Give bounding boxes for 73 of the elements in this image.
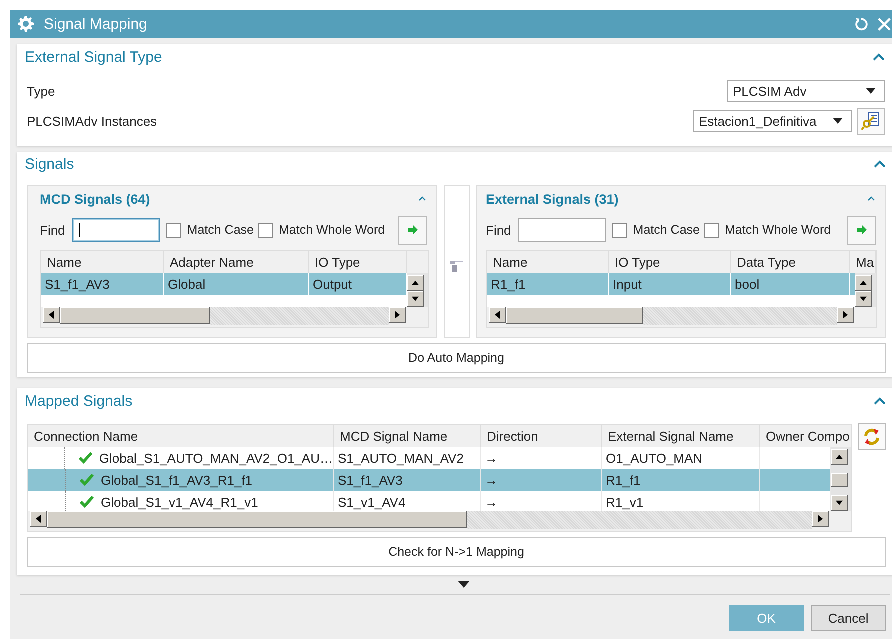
scroll-up-icon — [836, 454, 843, 460]
table-cell: bool — [731, 273, 850, 295]
checkbox-label: Match Whole Word — [279, 223, 386, 237]
arrow-right-icon — [856, 224, 868, 236]
table-cell: Global — [164, 273, 309, 295]
scroll-right-icon — [395, 311, 400, 319]
find-next-button[interactable] — [847, 216, 876, 244]
find-label: Find — [486, 222, 512, 238]
table-cell: Input — [609, 273, 731, 295]
collapse-icon[interactable] — [874, 160, 886, 168]
caret-icon — [866, 88, 876, 94]
scroll-left-icon — [495, 311, 500, 319]
dropdown[interactable]: Estacion1_Definitiva — [693, 110, 852, 132]
scroll-right-icon — [818, 515, 824, 523]
checkbox[interactable] — [704, 222, 719, 238]
table-cell-text: Global_S1_AUTO_MAN_AV2_O1_AU… — [98, 450, 333, 468]
find-label: Find — [40, 222, 66, 238]
find-field[interactable] — [518, 218, 606, 242]
checkbox-label: Match Case — [187, 223, 254, 237]
section-title: Signals — [25, 156, 74, 172]
table-row[interactable]: S1_f1_AV3 Global Output — [41, 273, 407, 295]
scroll-up-icon — [860, 280, 867, 286]
scroll-left-icon — [49, 311, 54, 319]
collapse-icon[interactable] — [418, 196, 427, 202]
reset-icon[interactable] — [854, 16, 869, 32]
cancel-button[interactable]: Cancel — [811, 605, 886, 631]
field-label: Type — [27, 84, 56, 98]
vertical-scrollbar[interactable] — [407, 273, 428, 307]
table-cell: → — [481, 469, 602, 491]
find-field[interactable] — [72, 218, 160, 242]
key-document-icon — [861, 111, 881, 131]
scroll-right-icon — [843, 311, 848, 319]
panel-title: MCD Signals (64) — [40, 192, 150, 206]
scroll-down-icon — [412, 296, 419, 302]
check-mapping-button[interactable]: Check for N->1 Mapping — [27, 537, 886, 567]
checkbox-label: Match Case — [633, 223, 700, 237]
collapse-icon[interactable] — [873, 53, 885, 61]
scroll-left-icon — [36, 515, 41, 523]
section-title: Mapped Signals — [25, 392, 133, 410]
arrow-right-icon — [406, 224, 418, 236]
caret-icon — [833, 118, 843, 124]
connector-icon — [450, 259, 464, 273]
collapse-icon[interactable] — [867, 196, 876, 202]
vertical-scrollbar[interactable] — [831, 447, 852, 511]
auto-mapping-button[interactable]: Do Auto Mapping — [27, 343, 886, 373]
checkbox[interactable] — [612, 222, 628, 238]
table-row[interactable]: R1_f1 Input bool — [487, 273, 855, 295]
cycle-arrows-icon — [862, 426, 882, 446]
scroll-down-icon — [860, 296, 867, 302]
dropdown[interactable]: PLCSIM Adv — [727, 80, 885, 102]
instances-button[interactable] — [857, 108, 885, 134]
table-cell: R1_f1 — [602, 469, 760, 491]
expand-arrow-icon[interactable] — [458, 581, 470, 588]
collapse-icon[interactable] — [874, 397, 886, 405]
panel-title: External Signals (31) — [486, 192, 619, 206]
table-cell-text: Global_S1_v1_AV4_R1_v1 — [100, 494, 260, 511]
settings-icon — [18, 16, 34, 32]
window-title: Signal Mapping — [44, 16, 148, 32]
table-cell: R1_f1 — [487, 273, 609, 295]
scroll-down-icon — [836, 500, 843, 506]
table-cell: S1_f1_AV3 — [41, 273, 164, 295]
field-label: PLCSIMAdv Instances — [27, 114, 158, 128]
close-icon[interactable] — [877, 16, 892, 32]
section-title: External Signal Type — [25, 48, 162, 66]
table-cell: S1_f1_AV3 — [334, 469, 481, 491]
find-next-button[interactable] — [398, 216, 427, 244]
checkbox-label: Match Whole Word — [725, 223, 832, 237]
vertical-scrollbar[interactable] — [855, 273, 876, 307]
checkbox[interactable] — [166, 222, 182, 238]
refresh-button[interactable] — [858, 423, 886, 450]
checkbox[interactable] — [258, 222, 273, 238]
table-row[interactable]: Global_S1_f1_AV3_R1_f1 S1_f1_AV3 → R1_f1 — [28, 469, 831, 491]
scroll-up-icon — [412, 280, 419, 286]
